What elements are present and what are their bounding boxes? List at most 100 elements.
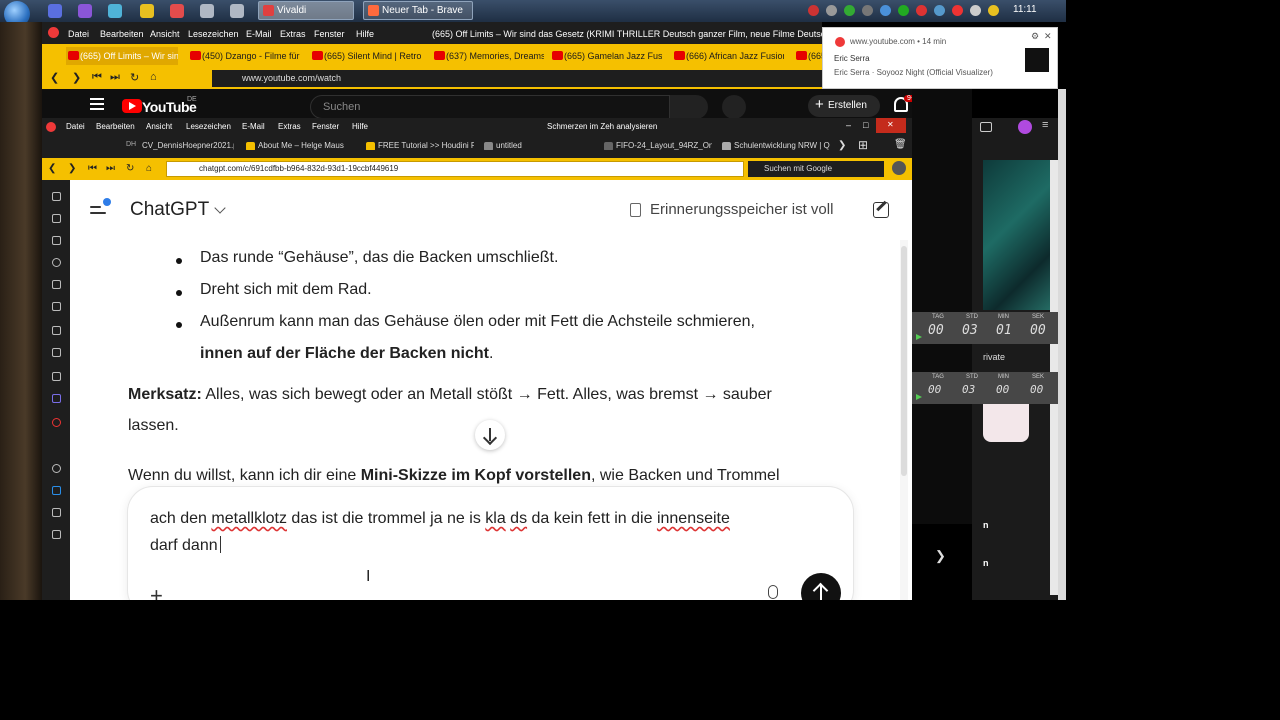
window-scrollbar[interactable] bbox=[1058, 89, 1066, 600]
taskbar-app-icon[interactable] bbox=[170, 4, 184, 18]
maximize-icon[interactable]: □ bbox=[863, 120, 868, 130]
reload-icon[interactable]: ↻ bbox=[126, 163, 134, 174]
web-panel-icon[interactable] bbox=[52, 464, 61, 473]
trash-icon[interactable]: 🗑 bbox=[894, 139, 907, 150]
tab-cv[interactable]: DH CV_DennisHoepner2021.p bbox=[126, 141, 234, 150]
microphone-icon[interactable] bbox=[768, 585, 778, 599]
tab-houdini[interactable]: FREE Tutorial >> Houdini F bbox=[366, 141, 474, 150]
tab-scroll-right-icon[interactable]: ❯ bbox=[838, 140, 846, 151]
menu-ansicht[interactable]: Ansicht bbox=[150, 29, 180, 39]
vivaldi-panel-icon[interactable] bbox=[52, 418, 61, 427]
scrollbar-thumb[interactable] bbox=[901, 246, 907, 476]
send-button[interactable] bbox=[801, 573, 841, 600]
tray-icon[interactable] bbox=[826, 5, 837, 16]
vivaldi-logo-icon[interactable] bbox=[48, 27, 59, 38]
bookmarks-icon[interactable] bbox=[52, 192, 61, 201]
more-menu-icon[interactable]: ≡ bbox=[1042, 119, 1048, 131]
tray-icon[interactable] bbox=[862, 5, 873, 16]
vivaldi-logo-icon[interactable] bbox=[46, 122, 56, 132]
tab-youtube[interactable]: (450) Dzango - Filme für M bbox=[188, 47, 300, 65]
create-button[interactable]: Erstellen bbox=[808, 94, 880, 117]
app-icon[interactable] bbox=[1018, 120, 1032, 134]
taskbar-task-brave[interactable]: Neuer Tab - Brave bbox=[363, 1, 473, 20]
sidebar-toggle-icon[interactable] bbox=[90, 198, 111, 216]
tab-schulentwicklung[interactable]: Schulentwicklung NRW | Q bbox=[722, 141, 830, 150]
memory-full-label[interactable]: Erinnerungsspeicher ist voll bbox=[650, 201, 833, 218]
tray-icon[interactable] bbox=[898, 5, 909, 16]
search-engine-field[interactable]: Suchen mit Google bbox=[748, 161, 884, 177]
mail-icon[interactable] bbox=[52, 302, 61, 311]
menu-lesezeichen[interactable]: Lesezeichen bbox=[188, 29, 239, 39]
youtube-logo-icon[interactable] bbox=[122, 99, 142, 113]
prompt-composer[interactable]: ach den metallklotz das ist die trommel … bbox=[127, 486, 854, 600]
model-selector[interactable]: ChatGPT bbox=[130, 199, 209, 221]
prompt-input[interactable]: ach den metallklotz das ist die trommel … bbox=[150, 505, 830, 559]
file-icon[interactable] bbox=[52, 508, 61, 517]
play-icon[interactable] bbox=[916, 394, 922, 400]
microphone-icon[interactable] bbox=[722, 95, 746, 119]
play-icon[interactable] bbox=[916, 334, 922, 340]
rewind-icon[interactable]: ⏮ bbox=[92, 71, 102, 84]
new-chat-edit-icon[interactable] bbox=[873, 202, 889, 218]
tray-icon[interactable] bbox=[952, 5, 963, 16]
youtube-search-input[interactable]: Suchen bbox=[310, 95, 670, 119]
chevron-right-icon[interactable]: ❯ bbox=[935, 548, 946, 564]
taskbar-app-icon[interactable] bbox=[140, 4, 154, 18]
taskbar-app-icon[interactable] bbox=[48, 4, 62, 18]
back-icon[interactable]: ❮ bbox=[48, 163, 56, 174]
window-icon[interactable] bbox=[980, 122, 992, 132]
tab-youtube[interactable]: (666) African Jazz Fusion | T bbox=[672, 47, 784, 65]
reading-list-icon[interactable] bbox=[52, 214, 61, 223]
menu-hilfe[interactable]: Hilfe bbox=[352, 122, 368, 131]
menu-bearbeiten[interactable]: Bearbeiten bbox=[100, 29, 144, 39]
tab-youtube[interactable]: (665 bbox=[794, 47, 822, 65]
taskbar-app-icon[interactable] bbox=[200, 4, 214, 18]
new-tab-icon[interactable]: ⊞ bbox=[858, 138, 868, 152]
close-icon[interactable]: ✕ bbox=[1044, 31, 1052, 42]
taskbar-app-icon[interactable] bbox=[230, 4, 244, 18]
tab-youtube[interactable]: (665) Silent Mind | Retro Ja bbox=[310, 47, 422, 65]
menu-hilfe[interactable]: Hilfe bbox=[356, 29, 374, 39]
downloads-icon[interactable] bbox=[52, 236, 61, 245]
chevron-down-icon[interactable] bbox=[214, 202, 226, 214]
menu-extras[interactable]: Extras bbox=[280, 29, 306, 39]
tab-youtube[interactable]: (637) Memories, Dreams – bbox=[432, 47, 544, 65]
web-panel-icon[interactable] bbox=[52, 486, 61, 495]
minimize-icon[interactable]: – bbox=[846, 120, 851, 130]
menu-email[interactable]: E-Mail bbox=[242, 122, 265, 131]
menu-fenster[interactable]: Fenster bbox=[314, 29, 345, 39]
search-icon[interactable] bbox=[670, 95, 708, 119]
menu-datei[interactable]: Datei bbox=[68, 29, 89, 39]
menu-ansicht[interactable]: Ansicht bbox=[146, 122, 172, 131]
fastforward-icon[interactable]: ⏭ bbox=[106, 163, 115, 174]
menu-datei[interactable]: Datei bbox=[66, 122, 85, 131]
back-icon[interactable]: ❮ bbox=[50, 71, 59, 84]
forward-icon[interactable]: ❯ bbox=[68, 163, 76, 174]
menu-bearbeiten[interactable]: Bearbeiten bbox=[96, 122, 135, 131]
tray-icon[interactable] bbox=[880, 5, 891, 16]
history-icon[interactable] bbox=[52, 258, 61, 267]
menu-icon[interactable] bbox=[90, 98, 104, 110]
menu-lesezeichen[interactable]: Lesezeichen bbox=[186, 122, 231, 131]
tray-icon[interactable] bbox=[934, 5, 945, 16]
home-icon[interactable]: ⌂ bbox=[146, 163, 152, 174]
url-field[interactable]: chatgpt.com/c/691cdfbb-b964-832d-93d1-19… bbox=[166, 161, 744, 177]
attach-plus-icon[interactable]: + bbox=[150, 583, 163, 600]
menu-fenster[interactable]: Fenster bbox=[312, 122, 339, 131]
mastodon-icon[interactable] bbox=[52, 394, 61, 403]
taskbar-task-vivaldi[interactable]: Vivaldi bbox=[258, 1, 354, 20]
profile-avatar[interactable] bbox=[892, 161, 906, 175]
taskbar-app-icon[interactable] bbox=[78, 4, 92, 18]
tab-fifo[interactable]: FIFO-24_Layout_94RZ_Onl bbox=[604, 141, 712, 150]
tasks-icon[interactable] bbox=[52, 372, 61, 381]
add-panel-icon[interactable] bbox=[52, 530, 61, 539]
tray-icon[interactable] bbox=[970, 5, 981, 16]
scroll-down-arrow-icon[interactable] bbox=[475, 420, 505, 450]
tray-icon[interactable] bbox=[916, 5, 927, 16]
tray-icon[interactable] bbox=[808, 5, 819, 16]
tab-untitled[interactable]: untitled bbox=[484, 141, 584, 150]
notes-icon[interactable] bbox=[52, 280, 61, 289]
tray-icon[interactable] bbox=[988, 5, 999, 16]
menu-extras[interactable]: Extras bbox=[278, 122, 301, 131]
tab-youtube[interactable]: (665) Gamelan Jazz Fusion bbox=[550, 47, 662, 65]
